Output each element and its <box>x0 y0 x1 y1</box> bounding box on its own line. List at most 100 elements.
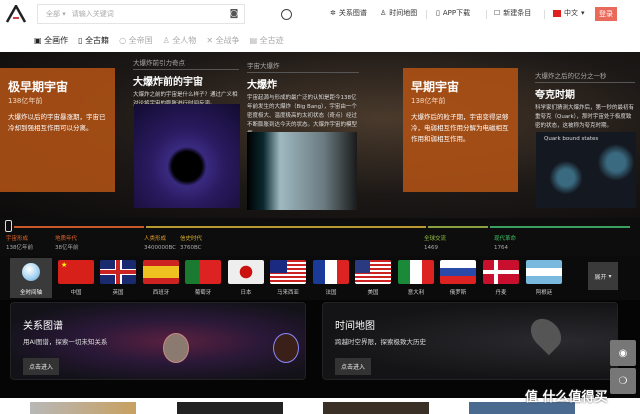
wechat-share-icon[interactable]: ❍ <box>610 368 636 394</box>
article-big-bang[interactable]: 宇宙大爆炸 大爆炸 宇宙起源与形成的最广泛的认知是距今138亿年前发生的大爆炸（… <box>247 60 359 139</box>
timeline-handle[interactable] <box>5 220 12 232</box>
country-spain[interactable]: 西班牙 <box>143 260 179 296</box>
nav-label: APP下载 <box>442 9 471 17</box>
category-nav: ▣ 全画作 ▯ 全古籍 ○ 全帝国 ♙ 全人物 ✕ 全战争 ▤ 全古迹 <box>34 35 284 46</box>
country-argentina[interactable]: 阿根廷 <box>526 260 562 296</box>
article-kicker: 大爆炸前引力奇点 <box>133 57 239 70</box>
thumbnail[interactable] <box>30 402 136 414</box>
nav-app-download[interactable]: ▯ APP下载 <box>436 8 470 18</box>
login-button[interactable]: 登录 <box>595 7 617 21</box>
quark-states-image: Quark bound states <box>536 132 636 208</box>
category-sites[interactable]: ▤ 全古迹 <box>250 35 284 46</box>
divider <box>544 10 545 19</box>
country-japan[interactable]: 日本 <box>228 260 264 296</box>
era-card-early-universe[interactable]: 早期宇宙 138亿年前 大爆炸后的粒子期，宇宙变得足够冷，电弱相互作用分解为电磁… <box>403 68 518 192</box>
enter-button[interactable]: 点击进入 <box>335 358 372 375</box>
search-input[interactable]: 请输入关键词 <box>72 9 224 19</box>
category-people[interactable]: ♙ 全人物 <box>163 35 197 46</box>
expand-countries-button[interactable]: 展开 ▾ <box>588 262 618 290</box>
timeline-event[interactable]: 全球交流 1469 <box>424 235 446 253</box>
category-empires[interactable]: ○ 全帝国 <box>119 35 153 46</box>
hero-timeline-banner: 极早期宇宙 138亿年前 大爆炸以后的宇宙暴涨期，宇宙已冷却到强相互作用可以分离… <box>0 52 640 218</box>
country-label: 西班牙 <box>152 290 170 296</box>
category-paintings[interactable]: ▣ 全画作 <box>34 35 68 46</box>
timeline-segment[interactable] <box>14 226 144 228</box>
search-box: 全部 ▾ 请输入关键词 ◙ <box>37 4 245 24</box>
event-label: 宇宙形成 <box>6 236 29 242</box>
card-title: 时间地图 <box>335 321 375 332</box>
nav-new-entry[interactable]: ☐ 新建条目 <box>494 8 531 18</box>
country-russia[interactable]: 俄罗斯 <box>440 260 476 296</box>
country-uk[interactable]: 英国 <box>100 260 136 296</box>
big-bang-diagram-image <box>247 132 357 210</box>
search-button[interactable] <box>272 4 300 24</box>
timeline-event[interactable]: 现代革命 1764 <box>494 235 516 253</box>
category-label: 全古籍 <box>85 36 110 45</box>
flag-denmark-icon <box>483 260 519 284</box>
article-before-big-bang[interactable]: 大爆炸前引力奇点 大爆炸前的宇宙 大爆炸之前的宇宙是什么样子？通过广义相对论将宇… <box>133 57 239 109</box>
person-icon: ♙ <box>380 9 387 17</box>
feature-cards: 关系图谱 用AI图谱，探索一切未知关系 点击进入 时间地图 跨越时空界限，探索极… <box>0 300 640 398</box>
watermark: 值 什么值得买 <box>525 390 608 405</box>
nav-label: 关系图谱 <box>338 9 367 17</box>
thumbnail[interactable] <box>323 402 429 414</box>
event-date: 1469 <box>424 245 438 251</box>
timeline-event[interactable]: 人类形成 3400000BC <box>144 235 176 253</box>
weibo-share-icon[interactable]: ◉ <box>610 340 636 366</box>
card-title: 关系图谱 <box>23 321 63 332</box>
era-desc: 大爆炸后的粒子期，宇宙变得足够冷，电弱相互作用分解为电磁相互作用和弱相互作用。 <box>411 113 509 143</box>
camera-icon[interactable]: ◙ <box>224 9 244 19</box>
nav-time-map[interactable]: ♙ 时间地图 <box>380 8 417 18</box>
enter-button[interactable]: 点击进入 <box>23 358 60 375</box>
nav-label: 新建条目 <box>503 9 532 17</box>
header: 全部 ▾ 请输入关键词 ◙ ✲ 关系图谱 ♙ 时间地图 ▯ APP下载 ☐ 新建条目 中… <box>0 0 640 52</box>
portrait-node <box>273 333 299 363</box>
category-label: 全战争 <box>215 36 240 45</box>
timeline-event[interactable]: 信史时代 3760BC <box>180 235 202 253</box>
event-label: 人类形成 <box>144 236 167 242</box>
category-books[interactable]: ▯ 全古籍 <box>78 35 109 46</box>
timeline-segment[interactable] <box>428 226 488 228</box>
article-quark-epoch[interactable]: 大爆炸之后的亿分之一秒 夸克时期 科学家们猜测大爆炸后，第一秒的最初有重夸克（Q… <box>535 70 635 131</box>
logo-icon[interactable] <box>6 5 26 23</box>
country-portugal[interactable]: 葡萄牙 <box>185 260 221 296</box>
article-kicker: 宇宙大爆炸 <box>247 60 359 73</box>
timeline-segment[interactable] <box>146 226 426 228</box>
card-desc: 跨越时空界限，探索极致大历史 <box>335 338 426 346</box>
timeline-event[interactable]: 宇宙形成 138亿年前 <box>6 235 33 253</box>
country-china[interactable]: ★ 中国 <box>58 260 94 296</box>
event-label: 现代革命 <box>494 236 517 242</box>
flag-uk-icon <box>100 260 136 284</box>
era-card-very-early-universe[interactable]: 极早期宇宙 138亿年前 大爆炸以后的宇宙暴涨期，宇宙已冷却到强相互作用可以分离… <box>0 68 115 192</box>
event-label: 地质年代 <box>55 236 78 242</box>
thumbnail[interactable] <box>177 402 283 414</box>
timeline-event[interactable]: 地质年代 38亿年前 <box>55 235 79 253</box>
category-label: 全人物 <box>172 36 197 45</box>
language-select[interactable]: 中文 ▾ <box>553 8 585 18</box>
country-france[interactable]: 法国 <box>313 260 349 296</box>
flag-argentina-icon <box>526 260 562 284</box>
nav-relation-graph[interactable]: ✲ 关系图谱 <box>330 8 367 18</box>
country-label: 意大利 <box>407 290 425 296</box>
country-denmark[interactable]: 丹麦 <box>483 260 519 296</box>
phone-icon: ▯ <box>436 9 440 17</box>
category-wars[interactable]: ✕ 全战争 <box>206 35 239 46</box>
time-map-card[interactable]: 时间地图 跨越时空界限，探索极致大历史 点击进入 <box>322 302 618 380</box>
divider <box>486 10 487 19</box>
search-icon <box>280 8 292 20</box>
image-caption: Quark bound states <box>544 136 599 142</box>
divider <box>426 10 427 19</box>
country-label: 马来西亚 <box>276 290 299 296</box>
country-label: 日本 <box>240 290 252 296</box>
event-date: 138亿年前 <box>6 245 33 251</box>
country-label: 中国 <box>70 290 82 296</box>
country-label: 美国 <box>367 290 379 296</box>
country-global[interactable]: 全时间轴 <box>10 258 52 298</box>
country-malaysia[interactable]: 马来西亚 <box>270 260 306 296</box>
relation-graph-card[interactable]: 关系图谱 用AI图谱，探索一切未知关系 点击进入 <box>10 302 306 380</box>
search-scope-select[interactable]: 全部 ▾ <box>38 9 72 19</box>
country-usa[interactable]: 美国 <box>355 260 391 296</box>
country-italy[interactable]: 意大利 <box>398 260 434 296</box>
timeline-segment[interactable] <box>490 226 630 228</box>
globe-icon <box>22 263 40 281</box>
